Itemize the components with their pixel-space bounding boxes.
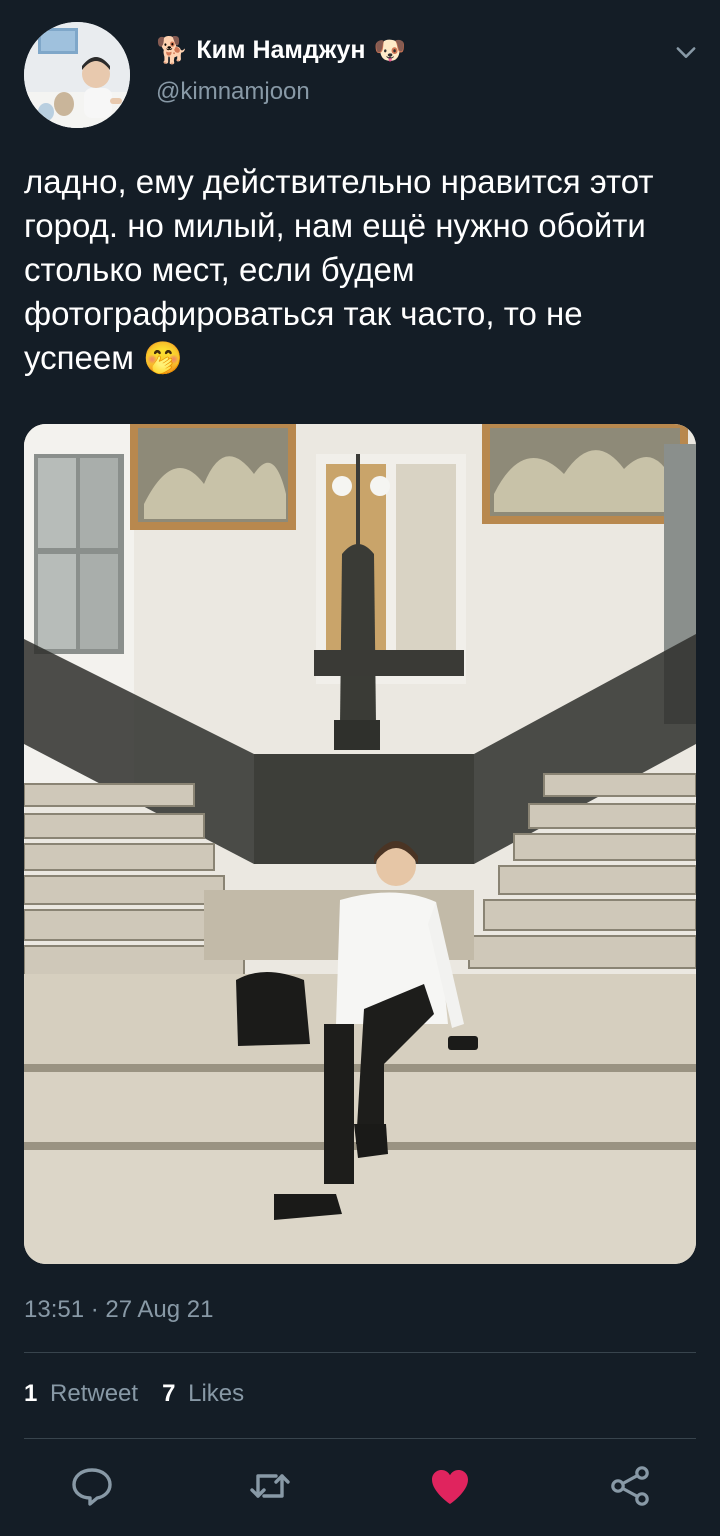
- reply-button[interactable]: [68, 1462, 116, 1510]
- avatar[interactable]: [24, 22, 130, 128]
- dog-face-emoji-icon: 🐶: [373, 35, 406, 65]
- retweets-label: Retweet: [50, 1380, 139, 1407]
- author-name-row[interactable]: 🐕 Ким Намджун 🐶: [156, 30, 406, 70]
- likes-stat[interactable]: 7 Likes: [162, 1380, 244, 1408]
- user-handle[interactable]: @kimnamjoon: [156, 78, 310, 106]
- divider: [24, 1352, 696, 1353]
- likes-count: 7: [162, 1380, 176, 1407]
- retweets-count: 1: [24, 1380, 38, 1407]
- tweet-timestamp[interactable]: 13:51 · 27 Aug 21: [24, 1296, 214, 1324]
- chevron-down-icon[interactable]: [672, 38, 700, 66]
- share-button[interactable]: [606, 1462, 654, 1510]
- retweet-icon: [250, 1474, 290, 1498]
- display-name[interactable]: Ким Намджун: [196, 36, 365, 65]
- like-button[interactable]: [426, 1462, 474, 1510]
- heart-icon: [432, 1470, 468, 1504]
- likes-label: Likes: [188, 1380, 245, 1407]
- tweet-detail: 🐕 Ким Намджун 🐶 @kimnamjoon ладно, ему д…: [0, 0, 720, 1536]
- tweet-body: ладно, ему действительно нравится этот г…: [24, 163, 654, 376]
- dog-emoji-icon: 🐕: [156, 35, 189, 65]
- avatar-image: [24, 22, 130, 128]
- share-icon: [611, 1466, 649, 1506]
- tweet-actions: [0, 1456, 720, 1516]
- retweet-button[interactable]: [246, 1462, 294, 1510]
- hand-over-mouth-emoji-icon: 🤭: [143, 340, 183, 376]
- tweet-text: ладно, ему действительно нравится этот г…: [24, 160, 700, 380]
- retweets-stat[interactable]: 1 Retweet: [24, 1380, 138, 1408]
- photo-image: [24, 424, 696, 1264]
- divider: [24, 1438, 696, 1439]
- tweet-stats: 1 Retweet 7 Likes: [24, 1380, 244, 1408]
- tweet-photo[interactable]: [24, 424, 696, 1264]
- reply-icon: [72, 1468, 112, 1506]
